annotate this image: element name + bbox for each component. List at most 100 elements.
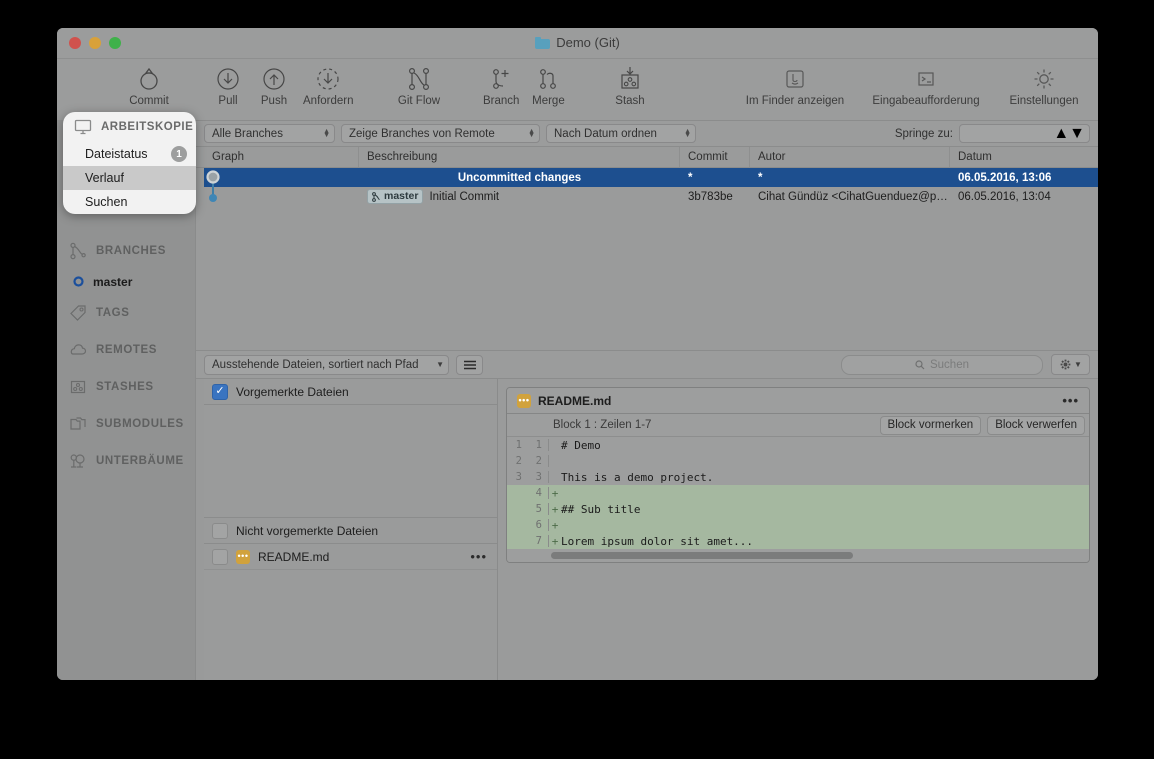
chevron-down-icon: ▼ [1074,360,1082,369]
file-checkbox[interactable] [212,548,228,565]
toolbar-merge[interactable]: Merge [525,64,571,107]
table-row[interactable]: master Initial Commit 3b783be Cihat Günd… [204,187,1098,206]
popover-item-search[interactable]: Suchen [63,190,196,214]
diff-line: 2 2 [507,453,1089,469]
finder-icon [784,64,806,94]
scrollbar-thumb[interactable] [551,552,853,559]
table-row[interactable]: Uncommitted changes * * 06.05.2016, 13:0… [204,168,1098,187]
commit-cell: 3b783be [688,190,733,203]
new-line-number: 5 [527,503,549,515]
branch-dot-icon [372,191,380,202]
toolbar-stash-label: Stash [615,95,645,107]
search-icon [915,359,925,369]
fetch-icon [316,64,340,94]
diff-line: 4 + [507,485,1089,501]
file-sort-label: Ausstehende Dateien, sortiert nach Pfad [212,358,419,371]
list-item[interactable]: ••• README.md ••• [204,544,497,570]
toolbar-show-in-finder[interactable]: Im Finder anzeigen [734,64,856,107]
sidebar-stashes-label: STASHES [96,380,154,393]
files-settings-button[interactable]: ▼ [1051,354,1090,375]
toolbar-branch[interactable]: Branch [477,64,525,107]
sidebar-item-submodules[interactable]: SUBMODULES [57,405,195,442]
column-header-graph[interactable]: Graph [204,147,359,167]
branch-badge[interactable]: master [367,189,424,204]
file-sort-dropdown[interactable]: Ausstehende Dateien, sortiert nach Pfad … [204,354,449,375]
file-menu-icon[interactable]: ••• [470,550,487,563]
sidebar-item-subtrees[interactable]: UNTERBÄUME [57,442,195,479]
staged-files-list[interactable] [204,405,497,517]
diff-sign: + [551,534,559,548]
sidebar-item-tags[interactable]: TAGS [57,294,195,331]
new-line-number: 3 [527,471,549,483]
file-name: README.md [258,549,330,564]
column-header-description[interactable]: Beschreibung [359,147,680,167]
unstaged-files-checkbox[interactable] [212,522,228,539]
commit-graph [206,170,220,202]
toolbar-fetch[interactable]: Anfordern [297,64,360,107]
popover-item-file-status[interactable]: Dateistatus 1 [63,142,196,166]
discard-hunk-button[interactable]: Block verwerfen [987,415,1085,435]
toolbar-commit[interactable]: Commit [119,64,179,107]
sidebar-branch-master[interactable]: master [57,269,195,294]
diff-pane: ••• README.md ••• Block 1 : Zeilen 1-7 B… [498,379,1098,680]
sidebar-tags-label: TAGS [96,306,130,319]
terminal-icon [915,64,937,94]
toolbar-pull[interactable]: Pull [205,64,251,107]
search-input[interactable]: Suchen [841,354,1043,375]
toolbar-settings[interactable]: Einstellungen [996,64,1092,107]
unstaged-files-header[interactable]: Nicht vorgemerkte Dateien [204,517,497,544]
popover-item-label: Dateistatus [85,147,148,161]
status-badge: 1 [171,146,187,162]
markdown-file-icon: ••• [236,549,250,564]
history-table-header: Graph Beschreibung Commit Autor Datum [57,147,1098,168]
diff-horizontal-scrollbar[interactable] [507,549,1089,562]
list-view-toggle[interactable] [456,354,483,375]
staged-files-header[interactable]: Vorgemerkte Dateien [204,379,497,405]
sidebar-item-branches[interactable]: BRANCHES [57,232,195,269]
stepper-icon: ▲▼ [323,127,330,139]
sidebar-submodules-label: SUBMODULES [96,417,184,430]
diff-menu-icon[interactable]: ••• [1062,394,1079,407]
files-toolbar: Ausstehende Dateien, sortiert nach Pfad … [57,350,1098,379]
stage-hunk-button[interactable]: Block vormerken [879,415,982,435]
toolbar-settings-label: Einstellungen [1009,95,1079,107]
toolbar-stash[interactable]: Stash [602,64,658,107]
branches-filter-dropdown[interactable]: Alle Branches ▲ ▼ [204,124,335,143]
jump-to-control: Springe zu: ▲▼ [895,124,1090,143]
sidebar-item-remotes[interactable]: REMOTES [57,331,195,368]
toolbar-gitflow[interactable]: Git Flow [387,64,451,107]
toolbar-terminal[interactable]: Eingabeaufforderung [856,64,996,107]
commit-message: Initial Commit [429,190,500,203]
diff-text: # Demo [561,438,601,452]
commit-icon [138,64,160,94]
cloud-icon [70,343,87,355]
sidebar-branches-label: BRANCHES [96,244,166,257]
column-header-author[interactable]: Autor [750,147,950,167]
stepper-icon: ▲▼ [1053,124,1085,142]
old-line-number: 1 [515,439,522,451]
popover-item-label: Verlauf [85,171,124,185]
popover-header-label: ARBEITSKOPIE [101,121,194,133]
order-filter-dropdown[interactable]: Nach Datum ordnen ▲ ▼ [546,124,696,143]
popover-item-label: Suchen [85,195,128,209]
column-header-date[interactable]: Datum [950,147,1098,167]
remote-filter-dropdown[interactable]: Zeige Branches von Remote ▲ ▼ [341,124,540,143]
staged-files-label: Vorgemerkte Dateien [236,384,349,399]
branch-dot-icon [73,276,84,287]
window-title-text: Demo (Git) [556,35,620,50]
diff-sign: + [551,486,559,500]
author-cell: Cihat Gündüz <CihatGuenduez@posteo.... [758,190,950,203]
sidebar-subtrees-label: UNTERBÄUME [96,454,184,467]
gear-icon [1032,64,1056,94]
column-header-commit[interactable]: Commit [680,147,750,167]
diff-code-area[interactable]: 1 1 # Demo 2 2 3 3 This is a demo projec… [507,437,1089,562]
staged-files-checkbox[interactable] [212,383,228,400]
hunk-header: Block 1 : Zeilen 1-7 Block vormerken Blo… [507,414,1089,437]
toolbar-push-label: Push [260,95,288,107]
toolbar-push[interactable]: Push [251,64,297,107]
sidebar-item-stashes[interactable]: STASHES [57,368,195,405]
popover-item-history[interactable]: Verlauf [63,166,196,190]
jump-to-input[interactable]: ▲▼ [959,124,1090,143]
files-pane-filler [204,570,497,680]
description-cell: master Initial Commit [359,189,680,204]
